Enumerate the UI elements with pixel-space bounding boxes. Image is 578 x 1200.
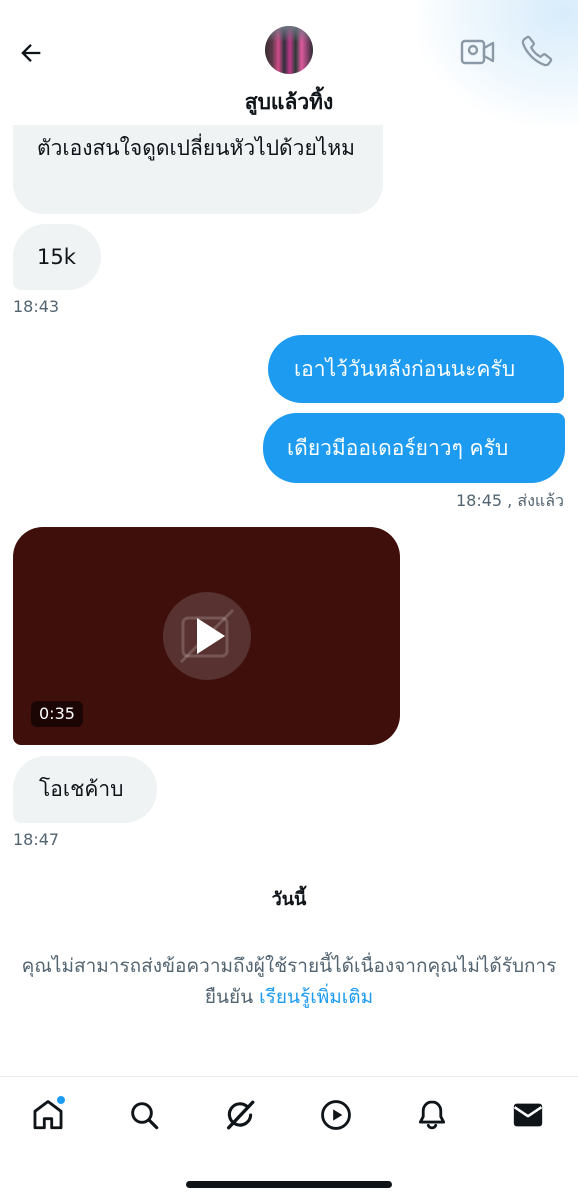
nav-messages[interactable] <box>508 1095 548 1135</box>
learn-more-link[interactable]: เรียนรู้เพิ่มเติม <box>259 986 373 1008</box>
nav-notifications[interactable] <box>412 1095 452 1135</box>
video-duration: 0:35 <box>31 701 83 727</box>
nav-search[interactable] <box>124 1095 164 1135</box>
nav-video[interactable] <box>316 1095 356 1135</box>
notification-dot <box>56 1095 66 1105</box>
search-icon <box>131 1102 159 1130</box>
message-timestamp-sent-status: 18:45 , ส่งแล้ว <box>455 491 564 510</box>
message-bubble-sent[interactable]: เอาไว้วันหลังก่อนนะครับ <box>268 335 564 403</box>
video-camera-icon <box>460 39 495 65</box>
contact-name[interactable]: สูบแล้วทิ้ง <box>0 86 578 119</box>
phone-call-button[interactable] <box>520 34 554 68</box>
arrow-left-icon <box>21 44 41 62</box>
play-icon <box>179 608 235 664</box>
video-message[interactable]: 0:35 <box>13 527 400 745</box>
mail-icon <box>513 1103 543 1127</box>
message-bubble-received[interactable]: โอเชค้าบ <box>13 756 157 823</box>
cannot-message-notice: คุณไม่สามารถส่งข้อความถึงผู้ใช้รายนี้ได้… <box>18 951 560 1013</box>
video-play-icon <box>321 1100 351 1130</box>
message-bubble-sent[interactable]: เดียวมีออเดอร์ยาวๆ ครับ <box>263 413 565 483</box>
home-indicator[interactable] <box>186 1181 392 1188</box>
video-call-button[interactable] <box>460 36 496 68</box>
back-button[interactable] <box>14 36 48 70</box>
grok-icon <box>226 1100 255 1130</box>
message-timestamp: 18:43 <box>13 297 60 316</box>
play-button[interactable] <box>163 592 251 680</box>
message-bubble-received[interactable]: 15k <box>13 224 101 290</box>
date-separator: วันนี้ <box>271 889 307 910</box>
avatar[interactable] <box>265 26 313 74</box>
bell-icon <box>418 1100 446 1130</box>
conversation-header: สูบแล้วทิ้ง <box>0 0 578 125</box>
phone-icon <box>521 35 553 67</box>
nav-grok[interactable] <box>220 1095 260 1135</box>
message-timestamp: 18:47 <box>13 830 60 849</box>
message-bubble-received[interactable]: ตัวเองสนใจดูดเปลี่ยนหัวไปด้วยไหม <box>13 125 383 214</box>
nav-home[interactable] <box>28 1095 68 1135</box>
